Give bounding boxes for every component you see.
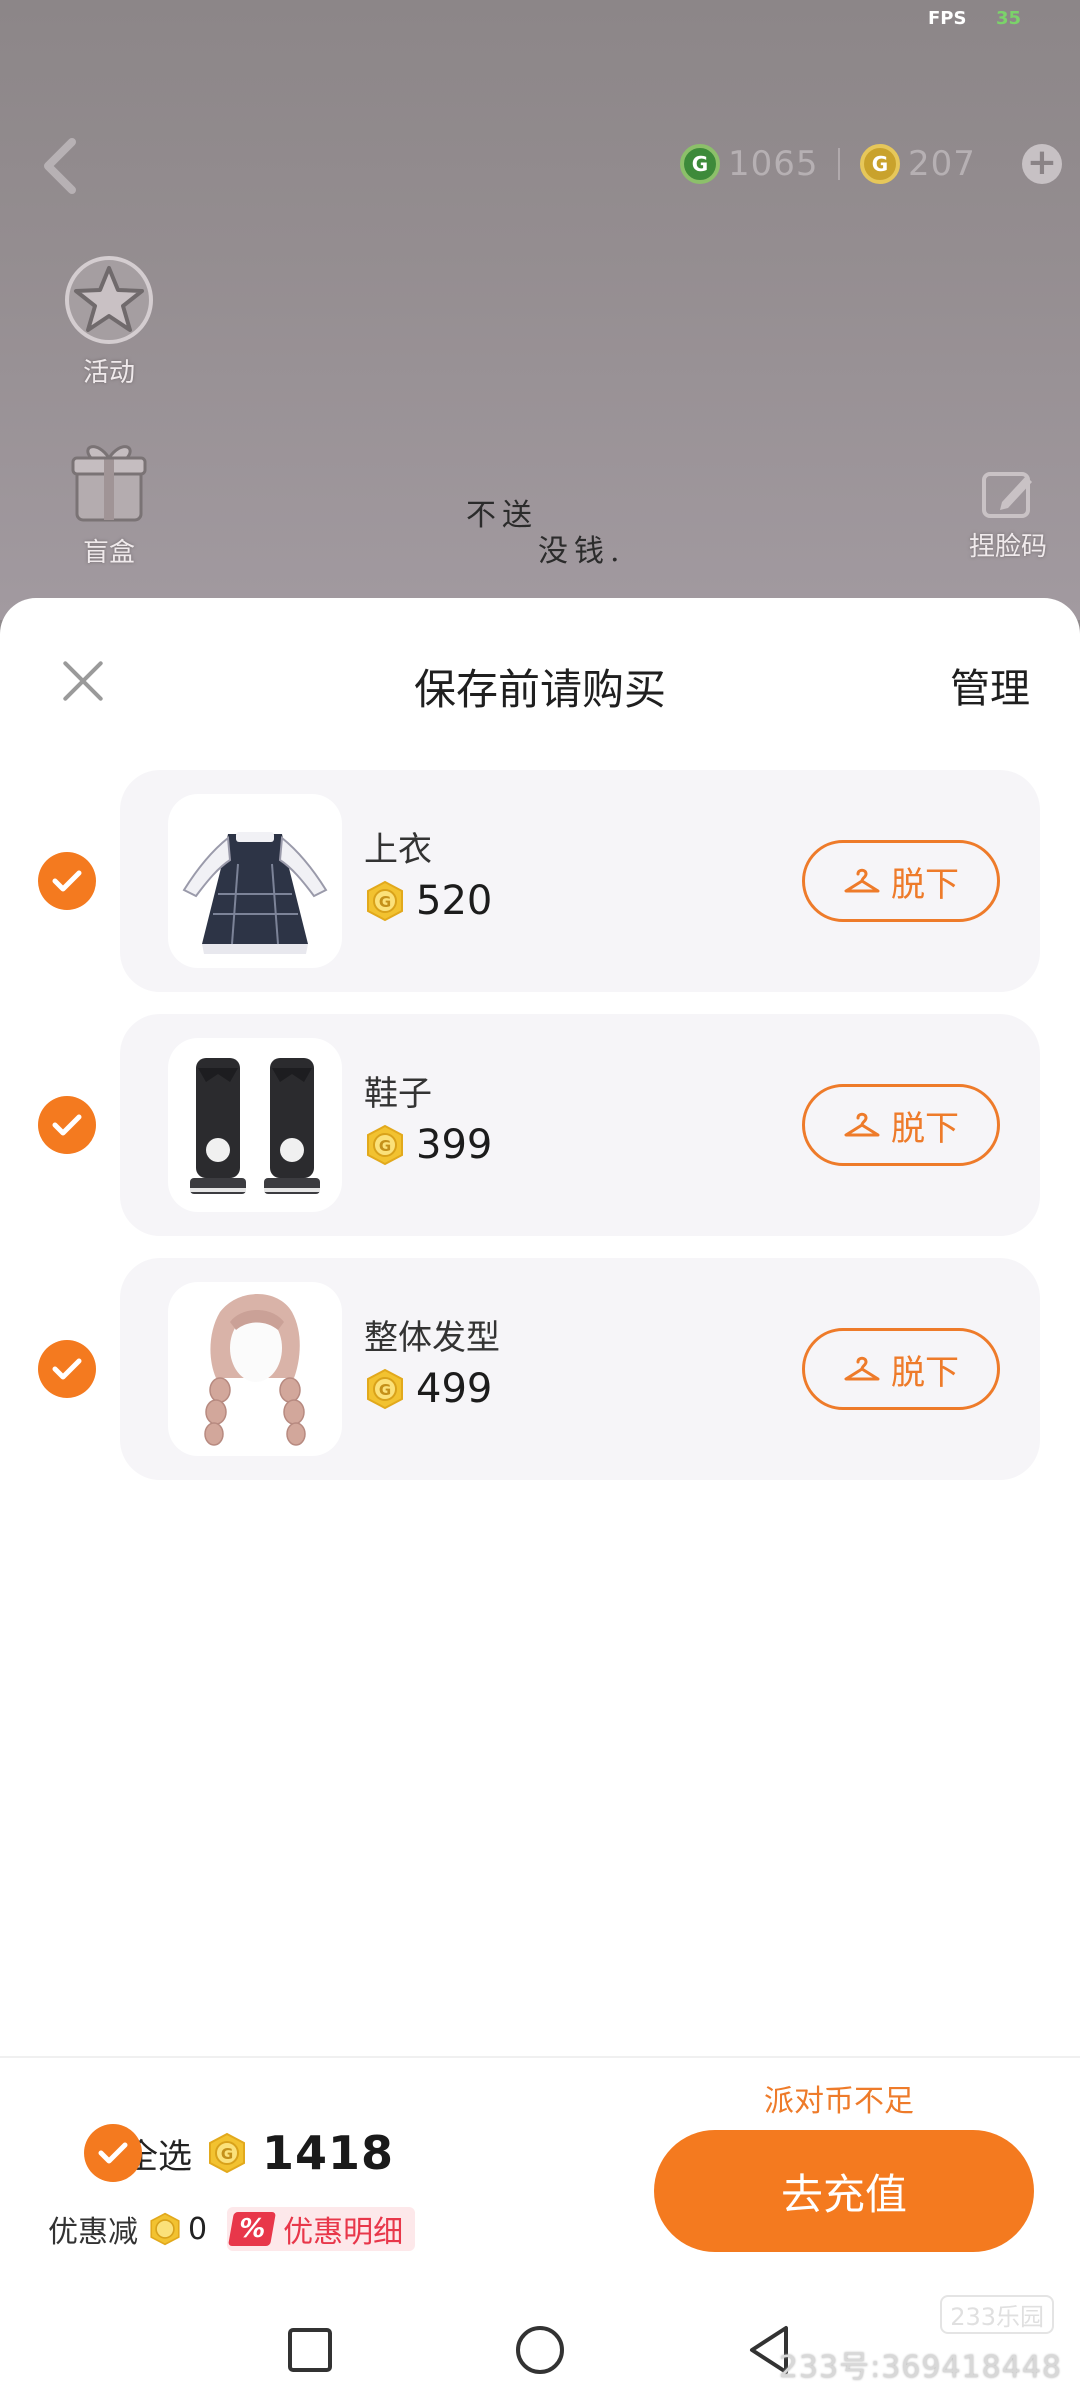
item-card: 鞋子 G 399 脱下: [120, 1014, 1040, 1236]
item-price-value: 399: [416, 1122, 493, 1168]
activity-button[interactable]: 活动: [54, 250, 164, 389]
recharge-button[interactable]: 去充值: [654, 2130, 1034, 2252]
gold-coin-icon: G: [367, 880, 403, 922]
blind-box-button[interactable]: 盲盒: [54, 430, 164, 569]
fps-value: 35: [996, 8, 1022, 29]
manage-button[interactable]: 管理: [950, 656, 1030, 714]
recents-square-icon[interactable]: [280, 2320, 340, 2380]
currency-divider: [838, 148, 840, 180]
game-scene: FPS 35 G 1065 G 207 + 活动 盲盒 不送 没钱. 捏脸码: [0, 0, 1080, 620]
gold-coin-icon: G: [367, 1368, 403, 1410]
green-coin-icon: G: [680, 144, 720, 184]
discount-detail-button[interactable]: % 优惠明细: [227, 2207, 416, 2251]
discount-detail-label: 优惠明细: [283, 2215, 404, 2250]
svg-text:G: G: [379, 1381, 391, 1399]
shoes-thumbnail: [168, 1038, 342, 1212]
green-currency: G 1065: [680, 140, 819, 188]
gold-coin-icon: [150, 2212, 180, 2246]
gold-coin-icon: G: [860, 144, 900, 184]
item-price: G 399: [364, 1122, 492, 1168]
handwriting-line-1: 不送: [466, 498, 538, 533]
percent-badge-icon: %: [228, 2212, 277, 2246]
currency-bar: G 1065 G 207 +: [676, 140, 1062, 188]
watermark-text: 233号:369418448: [778, 2350, 1062, 2385]
hanger-icon: [844, 1112, 880, 1137]
discount-row: 优惠减 0 % 优惠明细: [48, 2206, 416, 2252]
insufficient-warning: 派对币不足: [764, 2084, 914, 2119]
list-item-shoes: 鞋子 G 399 脱下: [0, 1014, 1080, 1236]
check-icon: [52, 870, 82, 892]
take-off-button[interactable]: 脱下: [802, 1084, 1000, 1166]
item-price-value: 499: [416, 1366, 493, 1412]
item-name: 整体发型: [364, 1318, 500, 1358]
item-checkbox-top[interactable]: [38, 852, 96, 910]
watermark-logo: 233乐园: [940, 2295, 1054, 2334]
list-item-top: 上衣 G 520 脱下: [0, 770, 1080, 992]
item-price: G 520: [364, 878, 492, 924]
svg-text:G: G: [221, 2145, 233, 2163]
handwriting-line-2: 没钱.: [538, 534, 626, 569]
hairstyle-thumbnail: [168, 1282, 342, 1456]
hanger-icon: [844, 1356, 880, 1381]
home-circle-icon[interactable]: [510, 2320, 570, 2380]
item-name: 鞋子: [364, 1074, 432, 1114]
hanger-icon: [844, 868, 880, 893]
total-price-value: 1418: [262, 2126, 395, 2180]
sheet-title: 保存前请购买: [413, 665, 666, 714]
face-code-button[interactable]: 捏脸码: [958, 466, 1058, 563]
take-off-label: 脱下: [891, 864, 959, 905]
gold-coin-icon: G: [367, 1124, 403, 1166]
svg-text:G: G: [379, 893, 391, 911]
face-code-label: 捏脸码: [968, 532, 1047, 562]
item-price: G 499: [364, 1366, 492, 1412]
gold-currency: G 207: [860, 140, 976, 188]
discount-label: 优惠减: [48, 2215, 138, 2250]
back-arrow-icon[interactable]: [38, 136, 82, 196]
checkout-footer: 派对币不足 全选 G 1418 优惠减 0 % 优惠明细 去充值: [0, 2056, 1080, 2296]
discount-value: 0: [188, 2211, 208, 2247]
gold-currency-value: 207: [908, 144, 976, 184]
gift-box-icon: [59, 430, 159, 530]
add-currency-icon[interactable]: +: [1022, 144, 1062, 184]
fps-label: FPS: [928, 8, 967, 29]
select-all-toggle[interactable]: 全选: [46, 2124, 192, 2182]
svg-text:G: G: [379, 1137, 391, 1155]
take-off-button[interactable]: 脱下: [802, 1328, 1000, 1410]
top-thumbnail: [168, 794, 342, 968]
blind-box-label: 盲盒: [82, 538, 135, 568]
check-icon: [52, 1358, 82, 1380]
activity-label: 活动: [82, 358, 135, 388]
star-badge-icon: [59, 250, 159, 350]
item-checkbox-shoes[interactable]: [38, 1096, 96, 1154]
system-nav-bar: 233乐园 233号:369418448: [0, 2295, 1080, 2400]
item-card: 整体发型 G 499 脱下: [120, 1258, 1040, 1480]
item-name: 上衣: [364, 830, 432, 870]
edit-icon: [982, 472, 1032, 518]
take-off-label: 脱下: [891, 1352, 959, 1393]
select-all-checkbox[interactable]: [84, 2124, 142, 2182]
gold-coin-icon: G: [209, 2132, 245, 2174]
check-icon: [52, 1114, 82, 1136]
list-item-hairstyle: 整体发型 G 499 脱下: [0, 1258, 1080, 1480]
check-icon: [98, 2142, 128, 2164]
green-currency-value: 1065: [728, 144, 819, 184]
total-price: G 1418: [206, 2124, 394, 2182]
take-off-label: 脱下: [891, 1108, 959, 1149]
item-card: 上衣 G 520 脱下: [120, 770, 1040, 992]
item-price-value: 520: [416, 878, 493, 924]
item-checkbox-hairstyle[interactable]: [38, 1340, 96, 1398]
take-off-button[interactable]: 脱下: [802, 840, 1000, 922]
